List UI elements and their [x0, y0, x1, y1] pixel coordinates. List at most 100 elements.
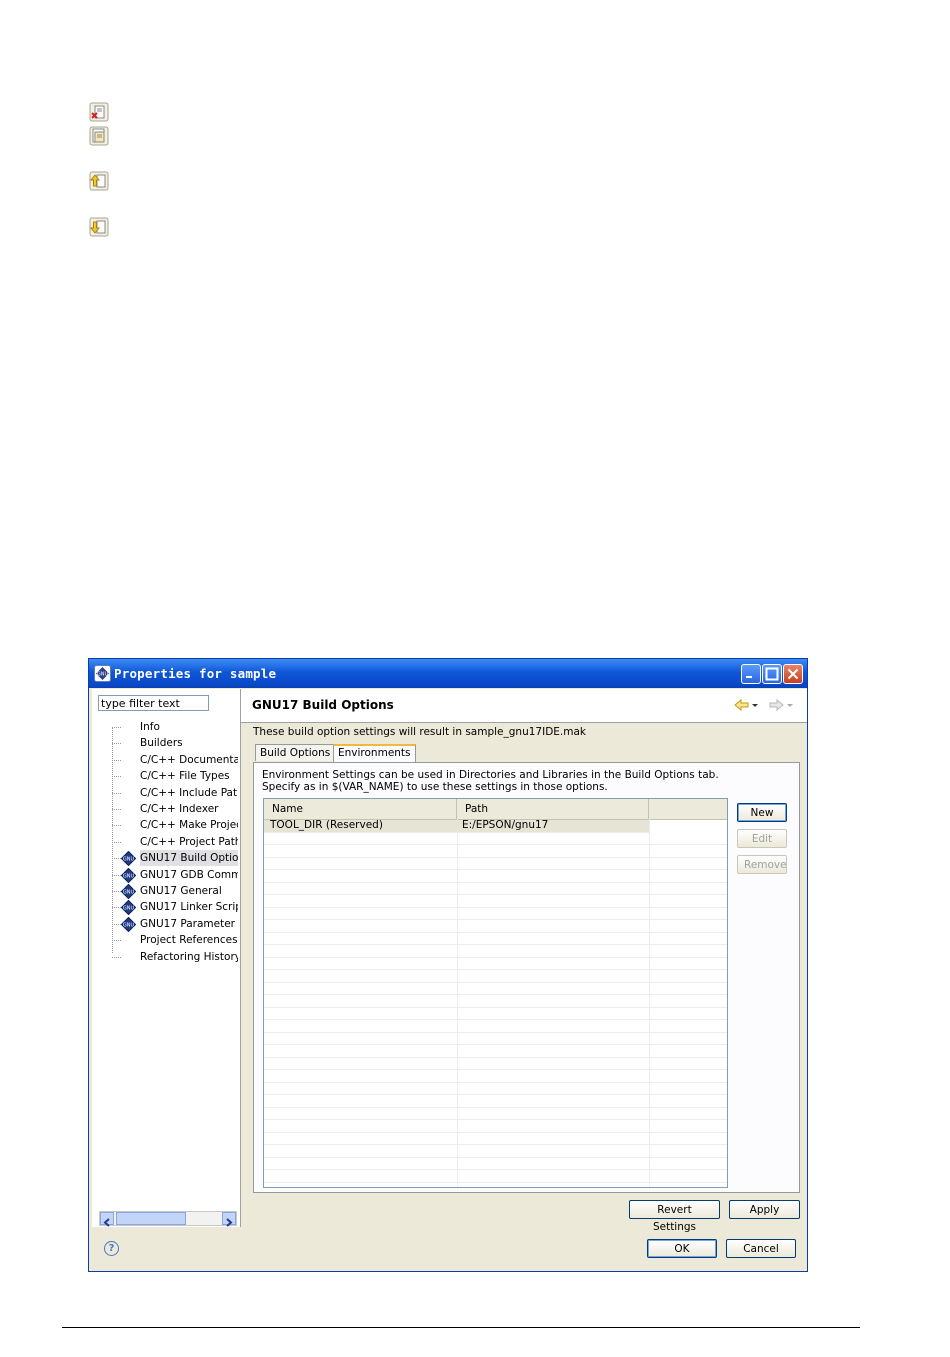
- empty-table-row: [264, 1145, 727, 1158]
- environments-panel: Environment Settings can be used in Dire…: [253, 762, 800, 1193]
- filter-input[interactable]: [98, 695, 209, 711]
- tree-item-label: GNU17 Parameter S: [140, 917, 238, 930]
- tree-item[interactable]: C/C++ Indexer: [92, 801, 240, 817]
- arrow-left-icon: [103, 1218, 110, 1227]
- empty-table-row: [264, 1083, 727, 1095]
- tree-item[interactable]: GNU GNU17 Build Optior: [92, 850, 240, 867]
- tab-environments[interactable]: Environments: [333, 744, 416, 762]
- properties-dialog: GNU Properties for sample Info Builders C/…: [88, 658, 808, 1272]
- tree-connector: [112, 923, 121, 925]
- tree-item-label: C/C++ File Types: [140, 770, 230, 783]
- empty-table-row: [264, 1008, 727, 1020]
- empty-table-row: [264, 883, 727, 895]
- history-nav: [733, 698, 797, 715]
- title-bar[interactable]: GNU Properties for sample: [89, 659, 807, 688]
- properties-document-icon: [89, 126, 109, 146]
- tree-item[interactable]: GNU GNU17 General: [92, 883, 240, 899]
- property-tree-pane: Info Builders C/C++ Documentat C/C++ File T…: [92, 689, 241, 1227]
- tree-item-label: GNU17 Build Optior: [140, 850, 238, 867]
- page-header: GNU17 Build Options: [241, 689, 807, 723]
- tree-item[interactable]: GNU GNU17 GDB Comm: [92, 867, 240, 883]
- cell-path: E:/EPSON/gnu17: [462, 819, 549, 831]
- window-title: Properties for sample: [114, 666, 277, 681]
- tree-item[interactable]: Refactoring History: [92, 949, 240, 965]
- forward-arrow-icon[interactable]: [767, 698, 797, 712]
- column-header-name[interactable]: Name: [264, 799, 457, 819]
- empty-table-row: [264, 1070, 727, 1083]
- ok-button[interactable]: OK: [647, 1239, 717, 1258]
- empty-table-row: [264, 1095, 727, 1108]
- maximize-button[interactable]: [762, 664, 782, 684]
- close-icon: [787, 668, 799, 680]
- tree-item[interactable]: Builders: [92, 735, 240, 751]
- tree-item-label: C/C++ Include Path: [140, 786, 238, 799]
- minimize-icon: [746, 676, 752, 678]
- tree-item[interactable]: C/C++ Project Path: [92, 834, 240, 850]
- back-arrow-icon[interactable]: [733, 698, 763, 712]
- maximize-icon: [765, 667, 779, 681]
- empty-table-row: [264, 983, 727, 995]
- empty-table-row: [264, 1033, 727, 1045]
- scroll-right-button[interactable]: [222, 1212, 236, 1227]
- tree-item[interactable]: C/C++ Make Projec: [92, 817, 240, 833]
- page-footer-rule: [62, 1327, 860, 1328]
- tree-item-label: Refactoring History: [140, 950, 238, 963]
- tree-item-label: GNU17 Linker Scrip: [140, 901, 238, 914]
- gnu-app-icon: GNU: [94, 665, 111, 682]
- tree-connector: [112, 891, 121, 892]
- tree-horizontal-scrollbar[interactable]: [99, 1211, 237, 1227]
- minimize-button[interactable]: [741, 664, 761, 684]
- cancel-button[interactable]: Cancel: [726, 1239, 796, 1258]
- scroll-left-button[interactable]: [100, 1212, 114, 1227]
- tab-build-options[interactable]: Build Options: [255, 744, 336, 761]
- table-row[interactable]: TOOL_DIR (Reserved) E:/EPSON/gnu17: [264, 819, 649, 833]
- tree-connector: [112, 727, 121, 728]
- svg-text:GNU: GNU: [123, 906, 135, 912]
- tree-connector: [112, 743, 121, 745]
- column-header-path[interactable]: Path: [457, 799, 649, 819]
- tree-item[interactable]: C/C++ Documentat: [92, 752, 240, 768]
- tree-connector: [112, 759, 121, 761]
- gnu-icon: GNU: [121, 900, 136, 916]
- tree-item-label: Builders: [140, 737, 183, 750]
- close-button[interactable]: [783, 664, 803, 684]
- env-help-line-1: Environment Settings can be used in Dire…: [262, 769, 719, 781]
- tree-connector: [112, 956, 121, 958]
- empty-table-row: [264, 1158, 727, 1170]
- remove-button[interactable]: Remove: [737, 855, 787, 874]
- help-icon[interactable]: ?: [104, 1241, 119, 1256]
- environments-help-text: Environment Settings can be used in Dire…: [262, 769, 719, 793]
- svg-text:GNU: GNU: [123, 890, 135, 896]
- empty-table-row: [264, 920, 727, 933]
- environment-table[interactable]: Name Path TOOL_DIR (Reserved) E:/EPSON/gn…: [263, 798, 728, 1188]
- tree-item[interactable]: C/C++ File Types: [92, 768, 240, 784]
- empty-table-row: [264, 1120, 727, 1133]
- tree-item-label: Info: [140, 721, 160, 733]
- scroll-thumb[interactable]: [116, 1212, 186, 1225]
- svg-text:GNU: GNU: [123, 922, 135, 928]
- new-button[interactable]: New: [737, 803, 787, 822]
- empty-table-row: [264, 845, 727, 858]
- revert-settings-button[interactable]: Revert Settings: [629, 1200, 720, 1233]
- build-output-description: These build option settings will result …: [253, 726, 586, 738]
- tree-item[interactable]: C/C++ Include Path: [92, 785, 240, 801]
- tree-item[interactable]: GNU GNU17 Parameter S: [92, 916, 240, 932]
- tree-item[interactable]: Info: [92, 719, 240, 735]
- tree-item[interactable]: Project References: [92, 932, 240, 948]
- apply-button[interactable]: Apply: [729, 1200, 800, 1219]
- empty-table-row: [264, 1133, 727, 1145]
- page-title: GNU17 Build Options: [252, 698, 394, 712]
- tree-item[interactable]: GNU GNU17 Linker Scrip: [92, 899, 240, 916]
- tree-connector: [112, 841, 121, 843]
- tree-item-label: C/C++ Make Projec: [140, 819, 238, 832]
- tree-connector: [112, 858, 121, 860]
- tree-item-label: C/C++ Project Path: [140, 835, 238, 848]
- tree-connector: [112, 792, 121, 794]
- tree-item-label: Project References: [140, 934, 238, 947]
- empty-table-row: [264, 1045, 727, 1058]
- svg-text:GNU: GNU: [123, 857, 135, 863]
- empty-table-row: [264, 933, 727, 945]
- edit-button[interactable]: Edit: [737, 829, 787, 848]
- tree-connector: [112, 776, 121, 778]
- cell-name: TOOL_DIR (Reserved): [270, 819, 383, 831]
